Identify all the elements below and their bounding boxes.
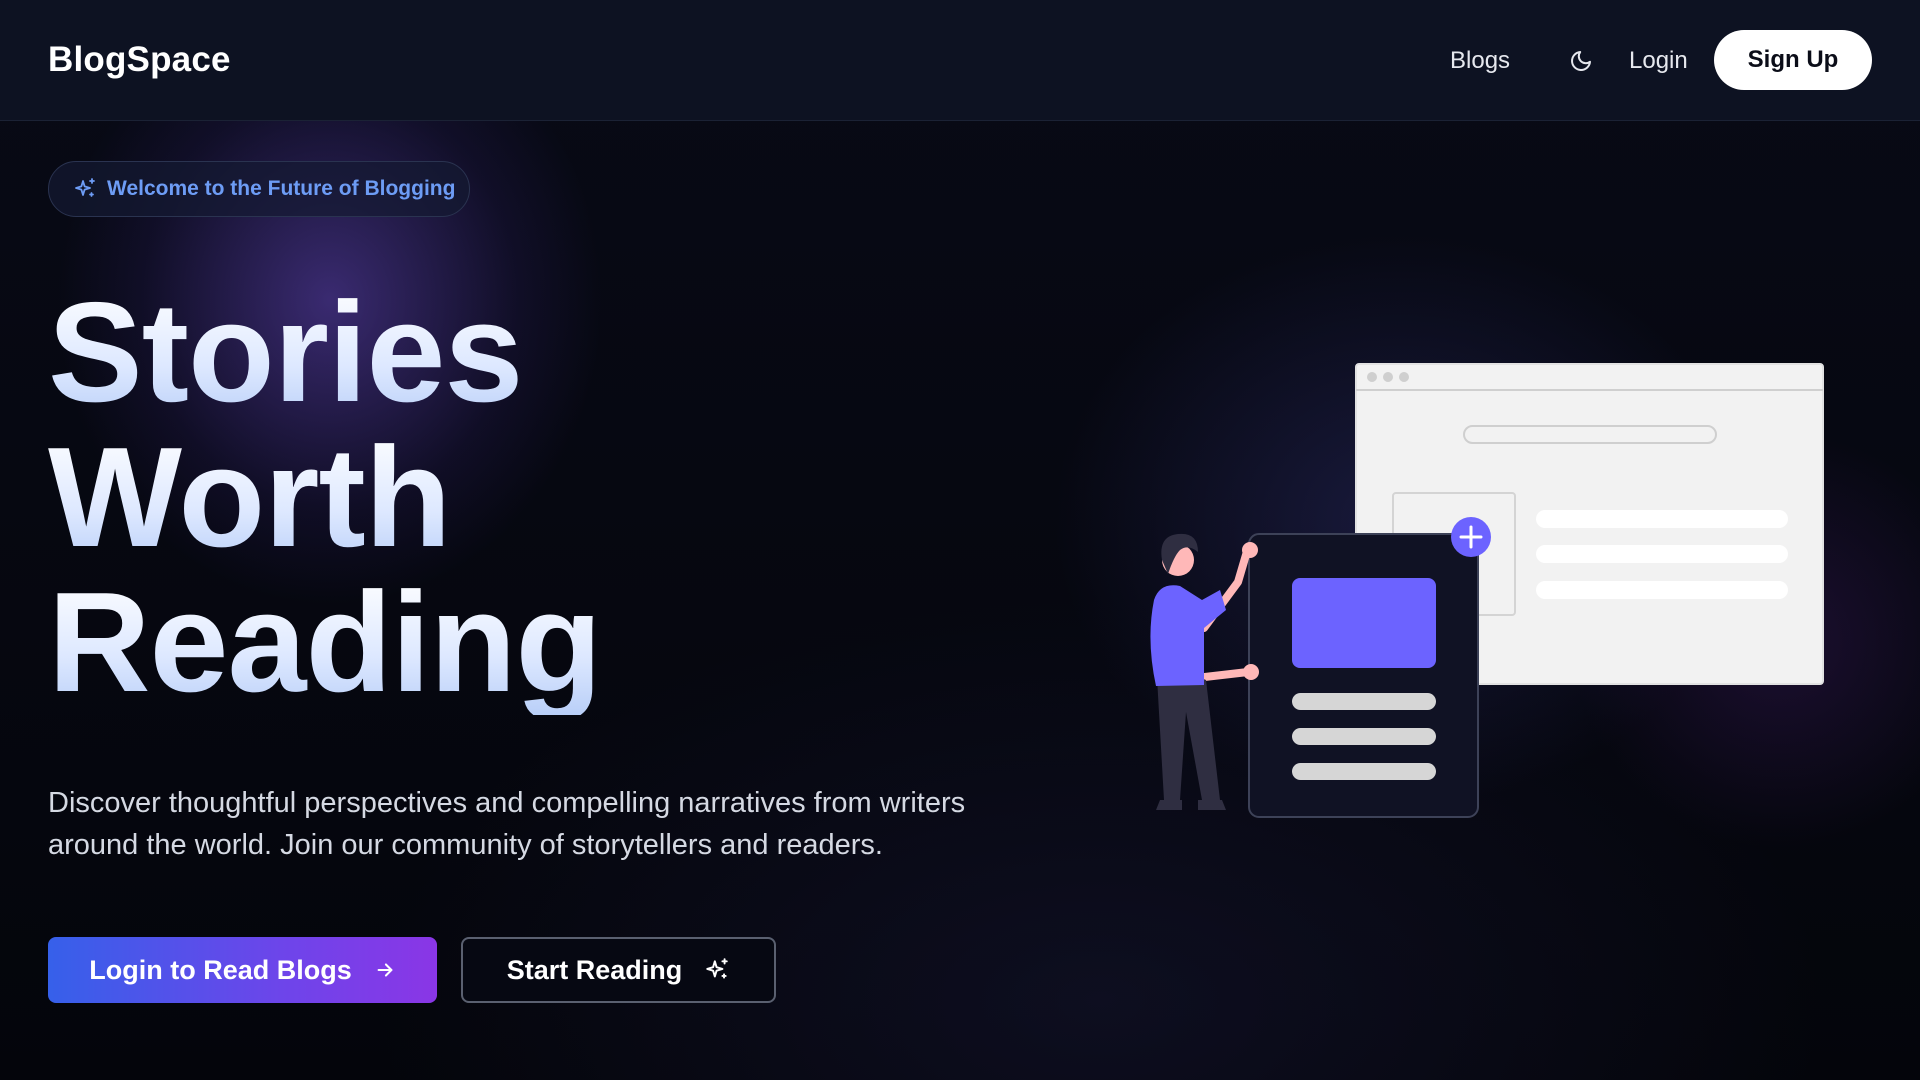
start-reading-button[interactable]: Start Reading [461,937,776,1003]
card-illustration [1248,517,1491,818]
sparkles-icon [706,958,728,979]
headline-line-2: Worth [48,425,748,570]
start-reading-label: Start Reading [506,954,683,985]
nav-link-login[interactable]: Login [1629,47,1688,75]
subtitle-line-1: Discover thoughtful perspectives and com… [48,787,966,819]
badge-text: Welcome to the Future of Blogging [107,177,456,200]
landing-page: BlogSpace Blogs Login Sign Up Welcome to… [0,0,1920,1080]
navbar: BlogSpace Blogs Login Sign Up [0,0,1920,121]
theme-toggle-button[interactable] [1566,46,1596,76]
headline-line-1: Stories [48,280,748,425]
login-to-read-label: Login to Read Blogs [89,954,352,985]
brand-logo[interactable]: BlogSpace [48,40,231,80]
signup-button[interactable]: Sign Up [1714,30,1872,90]
nav-link-blogs[interactable]: Blogs [1450,47,1510,75]
hero-subtitle: Discover thoughtful perspectives and com… [48,782,1048,866]
subtitle-line-2: around the world. Join our community of … [48,829,883,861]
sparkles-icon [75,178,95,197]
moon-icon [1571,51,1591,71]
hero-illustration [1150,363,1824,818]
login-to-read-button[interactable]: Login to Read Blogs [48,937,437,1003]
hero-headline: Stories Worth Reading [48,280,748,715]
welcome-badge: Welcome to the Future of Blogging [48,161,470,217]
arrow-right-icon [377,963,393,977]
headline-line-3: Reading [48,570,748,715]
person-illustration [1150,533,1259,810]
